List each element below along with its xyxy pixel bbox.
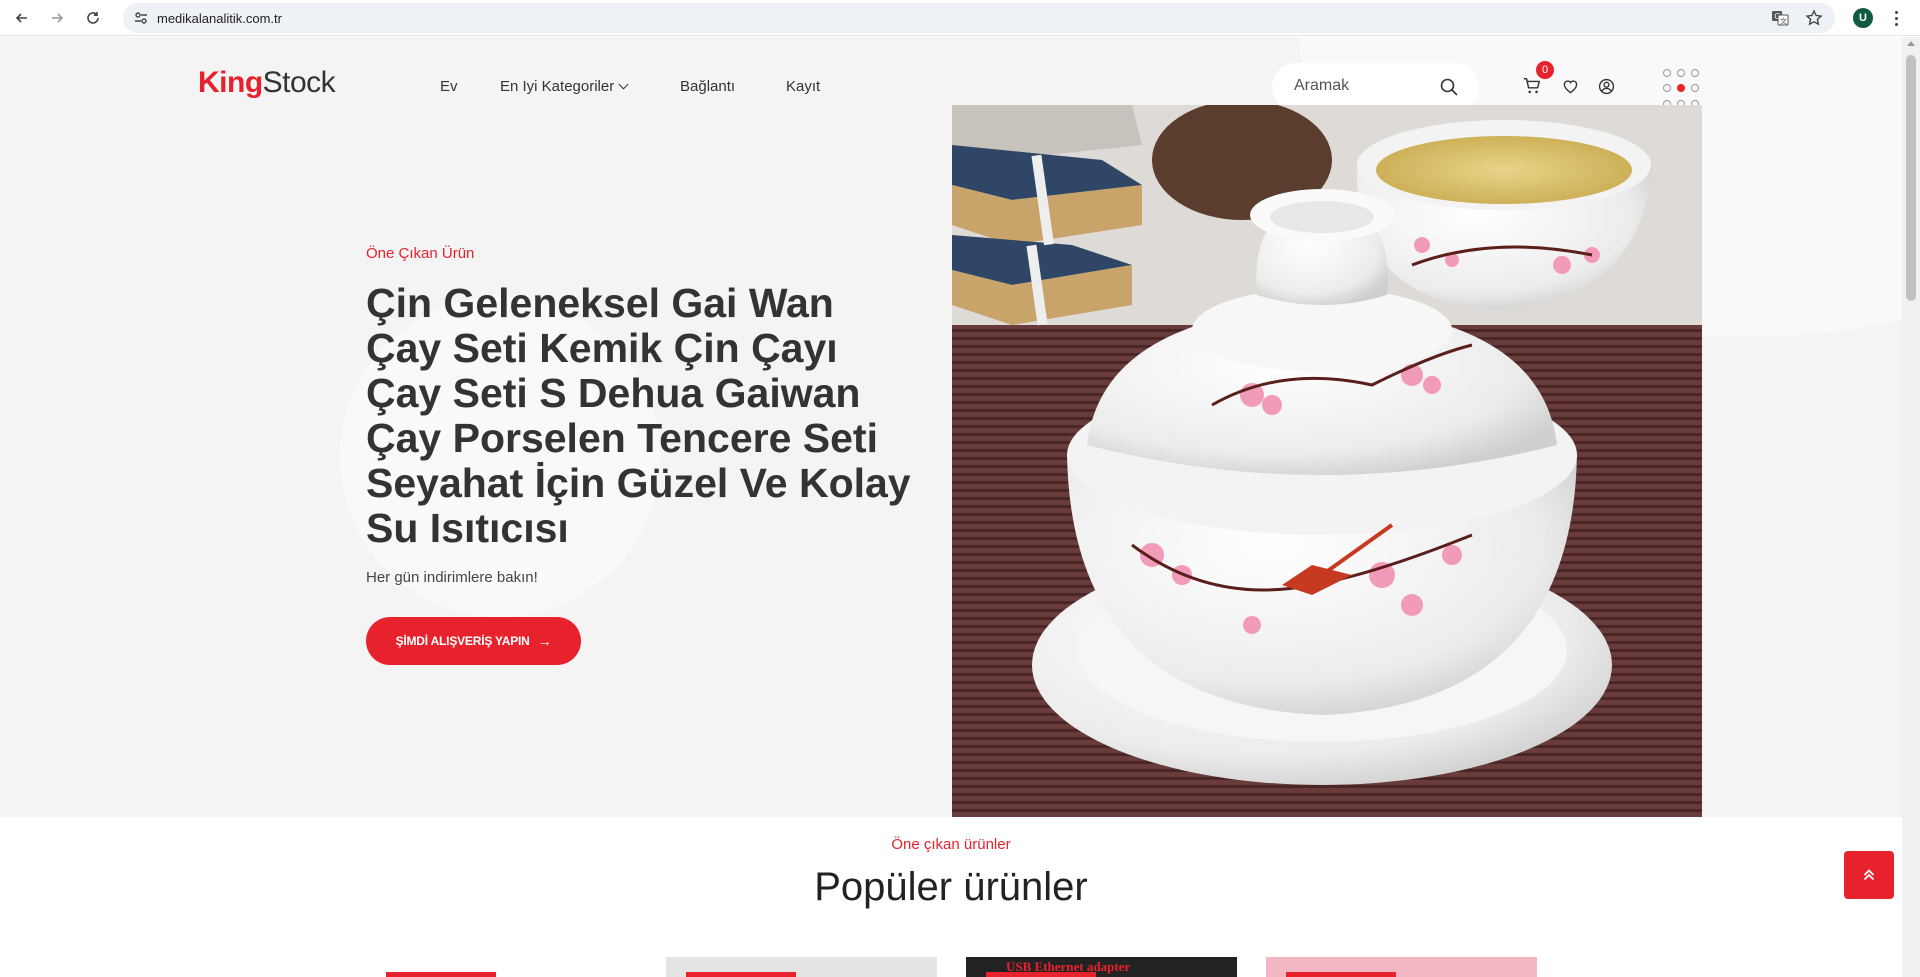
double-chevron-up-icon [1863, 869, 1875, 881]
svg-text:文: 文 [1780, 17, 1787, 26]
arrow-right-icon[interactable] [47, 8, 67, 28]
site-logo[interactable]: KingStock [198, 66, 336, 100]
hero-title-line: Çay Porselen Tencere Seti [366, 415, 878, 461]
heart-icon[interactable] [1559, 75, 1581, 97]
url-text[interactable]: medikalanalitik.com.tr [157, 11, 282, 26]
nav-item-contact[interactable]: Bağlantı [680, 78, 735, 95]
cart-icon[interactable] [1521, 75, 1543, 97]
hero-title-line: Çay Seti Kemik Çin Çayı [366, 325, 838, 371]
logo-stock-text: Stock [262, 66, 336, 99]
search-input[interactable] [1294, 77, 1434, 95]
site-info-icon[interactable] [133, 10, 149, 26]
shop-now-button[interactable]: ŞİMDİ ALIŞVERİŞ YAPIN → [366, 617, 581, 665]
logo-king-text: King [198, 66, 263, 99]
product-card[interactable] [666, 957, 937, 977]
translate-icon[interactable]: G文 [1771, 9, 1789, 27]
search-box [1272, 63, 1479, 111]
hero-tag: Öne Çıkan Ürün [366, 245, 475, 262]
hero-subtitle: Her gün indirimlere bakın! [366, 569, 538, 586]
reload-icon[interactable] [83, 8, 103, 28]
scrollbar-thumb[interactable] [1906, 55, 1916, 301]
section-tag: Öne çıkan ürünler [891, 836, 1011, 853]
chevron-down-icon [618, 79, 629, 90]
hero-title-line: Su Isıtıcısı [366, 505, 569, 551]
hero-title-line: Seyahat İçin Güzel Ve Kolay [366, 460, 911, 506]
scroll-up-arrow-icon[interactable] [1907, 41, 1915, 46]
shop-now-label: ŞİMDİ ALIŞVERİŞ YAPIN [395, 634, 530, 648]
web-page: KingStock Ev En Iyi Kategoriler Bağlantı… [0, 37, 1902, 977]
star-icon[interactable] [1805, 9, 1823, 27]
kebab-menu-icon[interactable] [1888, 8, 1904, 28]
search-icon[interactable] [1439, 77, 1459, 97]
product-badge [1286, 972, 1396, 977]
arrow-left-icon[interactable] [12, 8, 32, 28]
browser-toolbar: medikalanalitik.com.tr G文 U [0, 0, 1920, 36]
page-scrollbar[interactable] [1902, 37, 1920, 977]
product-card[interactable] [1266, 957, 1537, 977]
product-badge [986, 972, 1096, 977]
section-title: Popüler ürünler [814, 865, 1088, 909]
hero-title-line: Çay Seti S Dehua Gaiwan [366, 370, 861, 416]
product-badge [386, 972, 496, 977]
product-card[interactable] [366, 957, 637, 977]
back-to-top-button[interactable] [1844, 851, 1894, 899]
user-circle-icon[interactable] [1595, 75, 1617, 97]
hero-title: Çin Geleneksel Gai Wan Çay Seti Kemik Çi… [366, 281, 946, 551]
hero-product-image [952, 105, 1702, 817]
hero-title-line: Çin Geleneksel Gai Wan [366, 280, 834, 326]
cart-count-badge: 0 [1536, 61, 1554, 79]
nav-item-categories-label: En Iyi Kategoriler [500, 78, 615, 95]
address-bar[interactable]: medikalanalitik.com.tr G文 [123, 3, 1835, 33]
profile-avatar[interactable]: U [1853, 8, 1873, 28]
arrow-right-icon: → [537, 633, 552, 649]
nav-item-register[interactable]: Kayıt [786, 78, 820, 95]
product-card[interactable]: USB Ethernet adapter [966, 957, 1237, 977]
nav-item-home[interactable]: Ev [440, 78, 458, 95]
dots-grid-icon[interactable] [1663, 69, 1703, 109]
product-badge [686, 972, 796, 977]
nav-item-categories[interactable]: En Iyi Kategoriler [500, 78, 629, 95]
